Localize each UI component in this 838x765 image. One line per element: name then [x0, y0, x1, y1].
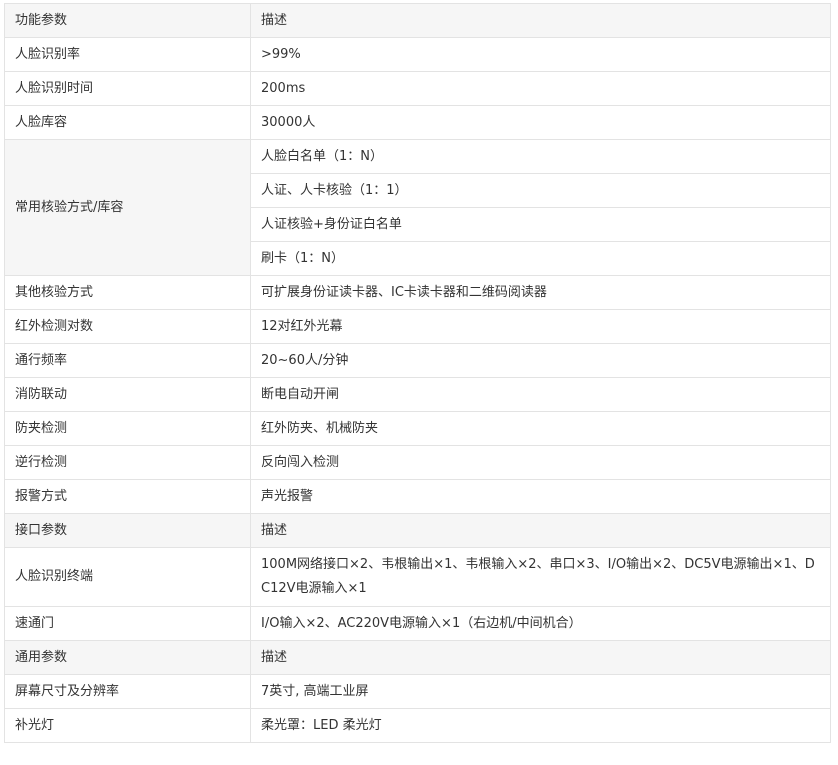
header-cell: 描述	[250, 513, 831, 548]
param-label: 速通门	[4, 606, 251, 641]
table-header-row: 接口参数 描述	[4, 513, 831, 548]
param-label: 报警方式	[4, 479, 251, 514]
table-row: 逆行检测 反向闯入检测	[4, 445, 831, 480]
table-row: 其他核验方式 可扩展身份证读卡器、IC卡读卡器和二维码阅读器	[4, 275, 831, 310]
table-row: 人脸识别终端 100M网络接口×2、韦根输出×1、韦根输入×2、串口×3、I/O…	[4, 547, 831, 607]
param-value: 可扩展身份证读卡器、IC卡读卡器和二维码阅读器	[250, 275, 831, 310]
param-value: >99%	[250, 37, 831, 72]
param-label: 屏幕尺寸及分辨率	[4, 674, 251, 709]
param-value: 12对红外光幕	[250, 309, 831, 344]
table-row: 通行频率 20~60人/分钟	[4, 343, 831, 378]
table-row: 速通门 I/O输入×2、AC220V电源输入×1（右边机/中间机合）	[4, 606, 831, 641]
param-value: 刷卡（1：N）	[250, 241, 831, 276]
param-label: 人脸库容	[4, 105, 251, 140]
param-label: 常用核验方式/库容	[4, 139, 251, 276]
param-label: 其他核验方式	[4, 275, 251, 310]
param-value: 柔光罩：LED 柔光灯	[250, 708, 831, 743]
param-label: 人脸识别终端	[4, 547, 251, 607]
param-label: 通行频率	[4, 343, 251, 378]
param-value: 20~60人/分钟	[250, 343, 831, 378]
param-label: 人脸识别率	[4, 37, 251, 72]
table-row: 补光灯 柔光罩：LED 柔光灯	[4, 708, 831, 743]
table-row: 人脸识别率 >99%	[4, 37, 831, 72]
header-cell: 接口参数	[4, 513, 251, 548]
param-value: 人脸白名单（1：N）	[250, 139, 831, 174]
param-value: 30000人	[250, 105, 831, 140]
param-label: 消防联动	[4, 377, 251, 412]
table-row: 常用核验方式/库容 人脸白名单（1：N）	[4, 139, 831, 276]
param-label: 防夹检测	[4, 411, 251, 446]
param-label: 人脸识别时间	[4, 71, 251, 106]
param-value: I/O输入×2、AC220V电源输入×1（右边机/中间机合）	[250, 606, 831, 641]
header-cell: 描述	[250, 3, 831, 38]
table-row: 消防联动 断电自动开闸	[4, 377, 831, 412]
table-header-row: 功能参数 描述	[4, 3, 831, 38]
header-cell: 通用参数	[4, 640, 251, 675]
param-value: 人证、人卡核验（1：1）	[250, 173, 831, 208]
param-value: 200ms	[250, 71, 831, 106]
param-value: 7英寸, 高端工业屏	[250, 674, 831, 709]
param-value: 声光报警	[250, 479, 831, 514]
param-value: 红外防夹、机械防夹	[250, 411, 831, 446]
param-value: 反向闯入检测	[250, 445, 831, 480]
header-cell: 描述	[250, 640, 831, 675]
param-value: 100M网络接口×2、韦根输出×1、韦根输入×2、串口×3、I/O输出×2、DC…	[250, 547, 831, 607]
header-cell: 功能参数	[4, 3, 251, 38]
param-label: 逆行检测	[4, 445, 251, 480]
table-row: 人脸库容 30000人	[4, 105, 831, 140]
param-value: 断电自动开闸	[250, 377, 831, 412]
param-label: 补光灯	[4, 708, 251, 743]
table-row: 红外检测对数 12对红外光幕	[4, 309, 831, 344]
param-value: 人证核验+身份证白名单	[250, 207, 831, 242]
table-header-row: 通用参数 描述	[4, 640, 831, 675]
spec-table: 功能参数 描述 人脸识别率 >99% 人脸识别时间 200ms 人脸库容 300…	[4, 3, 831, 743]
table-row: 人脸识别时间 200ms	[4, 71, 831, 106]
param-label: 红外检测对数	[4, 309, 251, 344]
table-row: 防夹检测 红外防夹、机械防夹	[4, 411, 831, 446]
table-row: 屏幕尺寸及分辨率 7英寸, 高端工业屏	[4, 674, 831, 709]
table-row: 报警方式 声光报警	[4, 479, 831, 514]
